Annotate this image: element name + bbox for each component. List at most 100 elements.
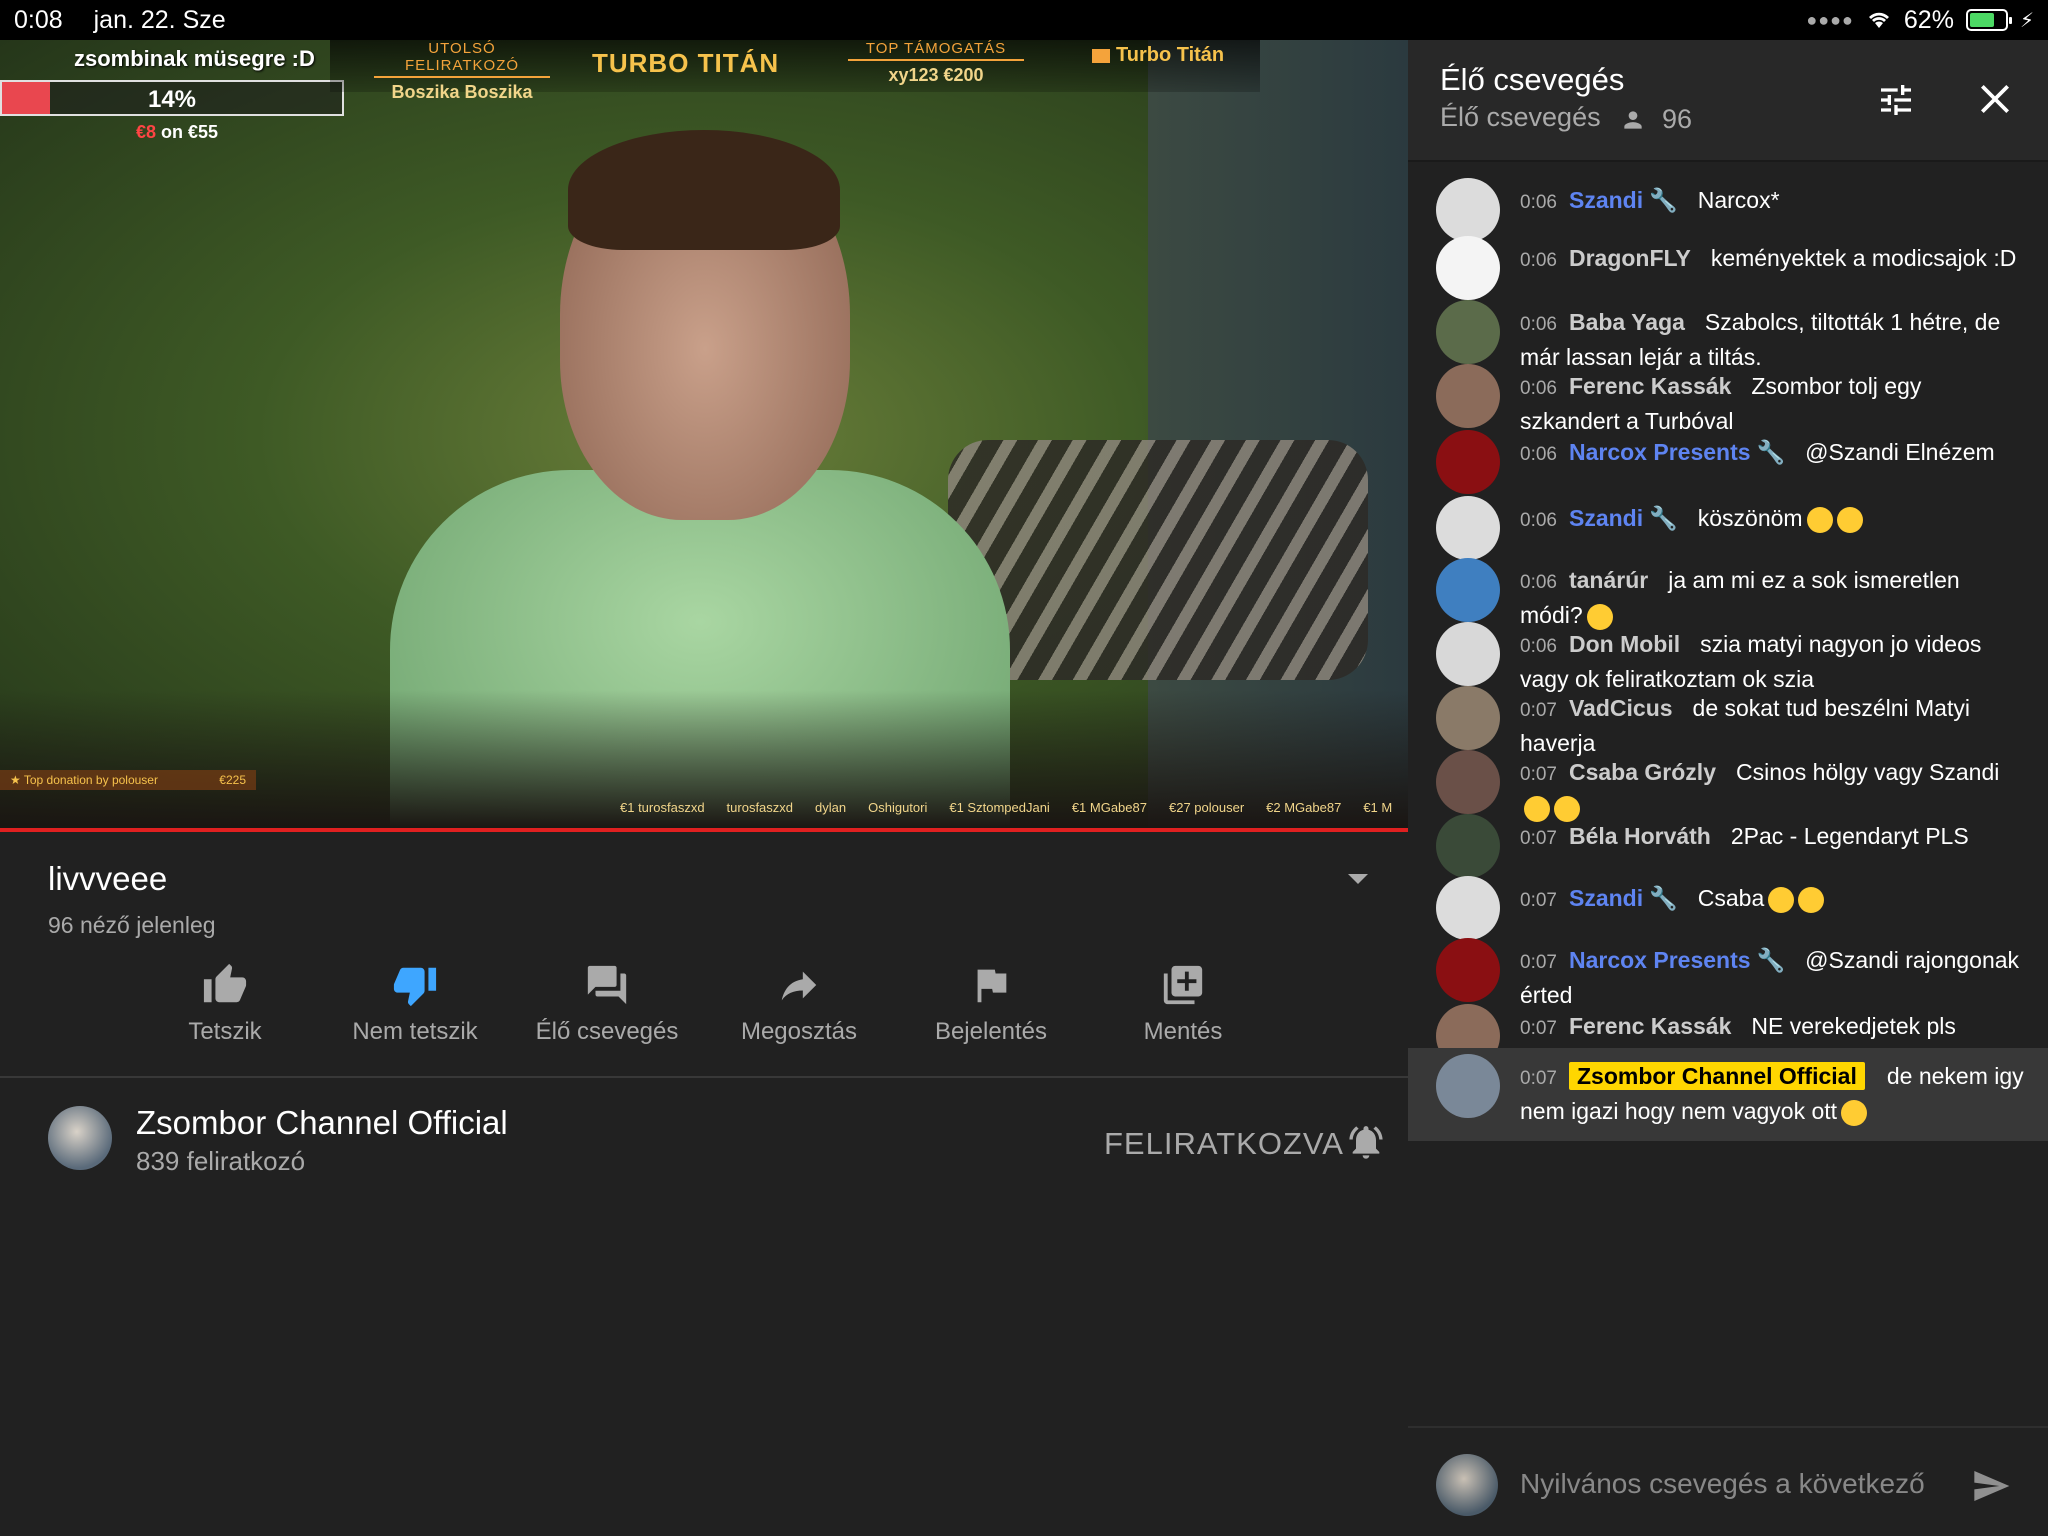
chat-author-name[interactable]: Szandi: [1569, 885, 1643, 911]
channel-row[interactable]: Zsombor Channel Official 839 feliratkozó…: [0, 1090, 1408, 1180]
video-actions: Tetszik Nem tetszik Élő csevegés Megoszt…: [0, 962, 1408, 1062]
chat-timestamp: 0:06: [1520, 444, 1557, 465]
chat-author-name[interactable]: Szandi: [1569, 187, 1643, 213]
chat-author-avatar[interactable]: [1436, 558, 1500, 622]
thumbs-down-icon: [393, 967, 437, 1007]
chat-timestamp: 0:07: [1520, 700, 1557, 721]
chat-author-avatar[interactable]: [1436, 300, 1500, 364]
save-label: Mentés: [1143, 1018, 1223, 1045]
chat-author-name[interactable]: VadCicus: [1569, 695, 1673, 721]
chat-message-text: keményektek a modicsajok :D: [1710, 245, 2017, 271]
chat-author-avatar[interactable]: [1436, 938, 1500, 1002]
status-bar: 0:08 jan. 22. Sze ●●●● 62% ⚡: [0, 0, 2048, 40]
emoji-icon: [1798, 886, 1825, 913]
expand-description-icon[interactable]: [1348, 874, 1368, 884]
chat-author-name[interactable]: Baba Yaga: [1569, 309, 1685, 335]
chat-author-name[interactable]: DragonFLY: [1569, 245, 1691, 271]
chat-author-name[interactable]: Narcox Presents: [1569, 439, 1751, 465]
status-left: 0:08 jan. 22. Sze: [14, 6, 250, 35]
chat-mode-selector[interactable]: Élő csevegés: [1440, 102, 1601, 133]
chat-author-avatar[interactable]: [1436, 236, 1500, 300]
dislike-button[interactable]: Nem tetszik: [320, 962, 510, 1046]
chat-timestamp: 0:06: [1520, 192, 1557, 213]
battery-percent: 62%: [1903, 5, 1954, 34]
overlay-tag-icon: [1092, 48, 1110, 63]
chat-timestamp: 0:07: [1520, 828, 1557, 849]
chat-author-name[interactable]: Szandi: [1569, 505, 1643, 531]
like-button[interactable]: Tetszik: [130, 962, 320, 1046]
top-support-label: TOP TÁMOGATÁS: [848, 40, 1024, 61]
ticker-item: €2 MGabe87: [1266, 800, 1342, 815]
share-arrow-icon: [781, 971, 817, 1001]
chat-message[interactable]: 0:06 Szandi 🔧 Narcox*: [1408, 172, 2048, 242]
chat-author-name[interactable]: Narcox Presents: [1569, 947, 1751, 973]
chat-author-avatar[interactable]: [1436, 1054, 1500, 1118]
goal-percent: 14%: [147, 86, 197, 113]
overlay-center-title: TURBO TITÁN: [592, 48, 780, 78]
chat-author-avatar[interactable]: [1436, 876, 1500, 940]
signal-icon: ●●●●: [1806, 9, 1854, 30]
goal-amount: €8 on €55: [136, 122, 218, 143]
notification-bell-icon[interactable]: [1346, 1122, 1386, 1162]
moderator-wrench-icon: 🔧: [1649, 187, 1678, 213]
ticker-item: €1 turosfaszxd: [620, 800, 705, 815]
top-donation-text: ★ Top donation by polouser: [10, 773, 158, 787]
charging-icon: ⚡: [2019, 9, 2034, 32]
chat-message-text: 2Pac - Legendaryt PLS: [1730, 823, 1969, 849]
chat-author-avatar[interactable]: [1436, 750, 1500, 814]
chat-author-avatar[interactable]: [1436, 814, 1500, 878]
chat-author-name[interactable]: Zsombor Channel Official: [1568, 1062, 1865, 1090]
chat-author-avatar[interactable]: [1436, 430, 1500, 494]
chat-timestamp: 0:06: [1520, 378, 1557, 399]
ticker-item: €1 SztompedJani: [949, 800, 1050, 815]
channel-avatar[interactable]: [48, 1106, 112, 1170]
chat-author-avatar[interactable]: [1436, 622, 1500, 686]
chat-timestamp: 0:06: [1520, 636, 1557, 657]
chat-filter-icon[interactable]: [1874, 80, 1918, 120]
thumbs-up-icon: [203, 963, 247, 1003]
goal-rest: on €55: [161, 122, 219, 142]
live-chat-label: Élő csevegés: [535, 1018, 679, 1045]
video-player[interactable]: [0, 40, 1408, 830]
video-info-panel: livvveee 96 néző jelenleg Tetszik Nem te…: [0, 832, 1408, 1536]
top-support-value: xy123 €200: [888, 65, 984, 85]
chat-author-name[interactable]: Csaba Grózly: [1569, 759, 1716, 785]
wifi-icon: [1868, 12, 1889, 28]
chat-author-avatar[interactable]: [1436, 686, 1500, 750]
save-button[interactable]: Mentés: [1088, 962, 1278, 1046]
chat-message[interactable]: 0:06 DragonFLY keményektek a modicsajok :D: [1408, 230, 2048, 300]
live-chat-button[interactable]: Élő csevegés: [512, 962, 702, 1046]
chat-message-text: Csinos hölgy vagy Szandi: [1735, 759, 2000, 785]
chat-author-name[interactable]: Don Mobil: [1569, 631, 1680, 657]
chat-viewers: 96: [1620, 104, 1692, 135]
share-button[interactable]: Megosztás: [704, 962, 894, 1046]
chat-author-name[interactable]: Ferenc Kassák: [1569, 1013, 1731, 1039]
status-time: 0:08: [14, 5, 63, 34]
chat-message[interactable]: 0:07 Zsombor Channel Official de nekem igy…: [1408, 1048, 2048, 1141]
chat-author-name[interactable]: tanárúr: [1569, 567, 1648, 593]
goal-progress-bar: 14%: [0, 80, 344, 116]
close-icon[interactable]: [1976, 80, 2014, 118]
chat-author-avatar[interactable]: [1436, 364, 1500, 428]
channel-name[interactable]: Zsombor Channel Official: [136, 1104, 508, 1142]
chat-message-text: köszönöm: [1697, 505, 1803, 531]
chat-message[interactable]: 0:07 Szandi 🔧 Csaba: [1408, 870, 2048, 940]
chat-input-placeholder[interactable]: Nyilvános csevegés a következő: [1520, 1468, 1925, 1500]
moderator-wrench-icon: 🔧: [1649, 505, 1678, 531]
chat-author-name[interactable]: Ferenc Kassák: [1569, 373, 1731, 399]
subscribed-button[interactable]: FELIRATKOZVA: [1104, 1126, 1344, 1162]
send-icon[interactable]: [1968, 1466, 2014, 1506]
moderator-wrench-icon: 🔧: [1756, 947, 1786, 973]
chat-author-name[interactable]: Béla Horváth: [1569, 823, 1711, 849]
video-title: livvveee: [48, 860, 168, 897]
report-button[interactable]: Bejelentés: [896, 962, 1086, 1046]
chat-message[interactable]: 0:06 Narcox Presents 🔧 @Szandi Elnézem: [1408, 424, 2048, 494]
chat-title: Élő csevegés: [1440, 62, 1625, 97]
chat-message[interactable]: 0:06 Szandi 🔧 köszönöm: [1408, 490, 2048, 560]
ticker-item: dylan: [815, 800, 847, 815]
chat-message[interactable]: 0:07 Béla Horváth 2Pac - Legendaryt PLS: [1408, 808, 2048, 878]
chat-timestamp: 0:06: [1520, 572, 1557, 593]
chat-input-bar: Nyilvános csevegés a következő: [1408, 1426, 2048, 1536]
last-subscriber-label: UTOLSÓ FELIRATKOZÓ: [374, 40, 550, 78]
chat-author-avatar[interactable]: [1436, 496, 1500, 560]
